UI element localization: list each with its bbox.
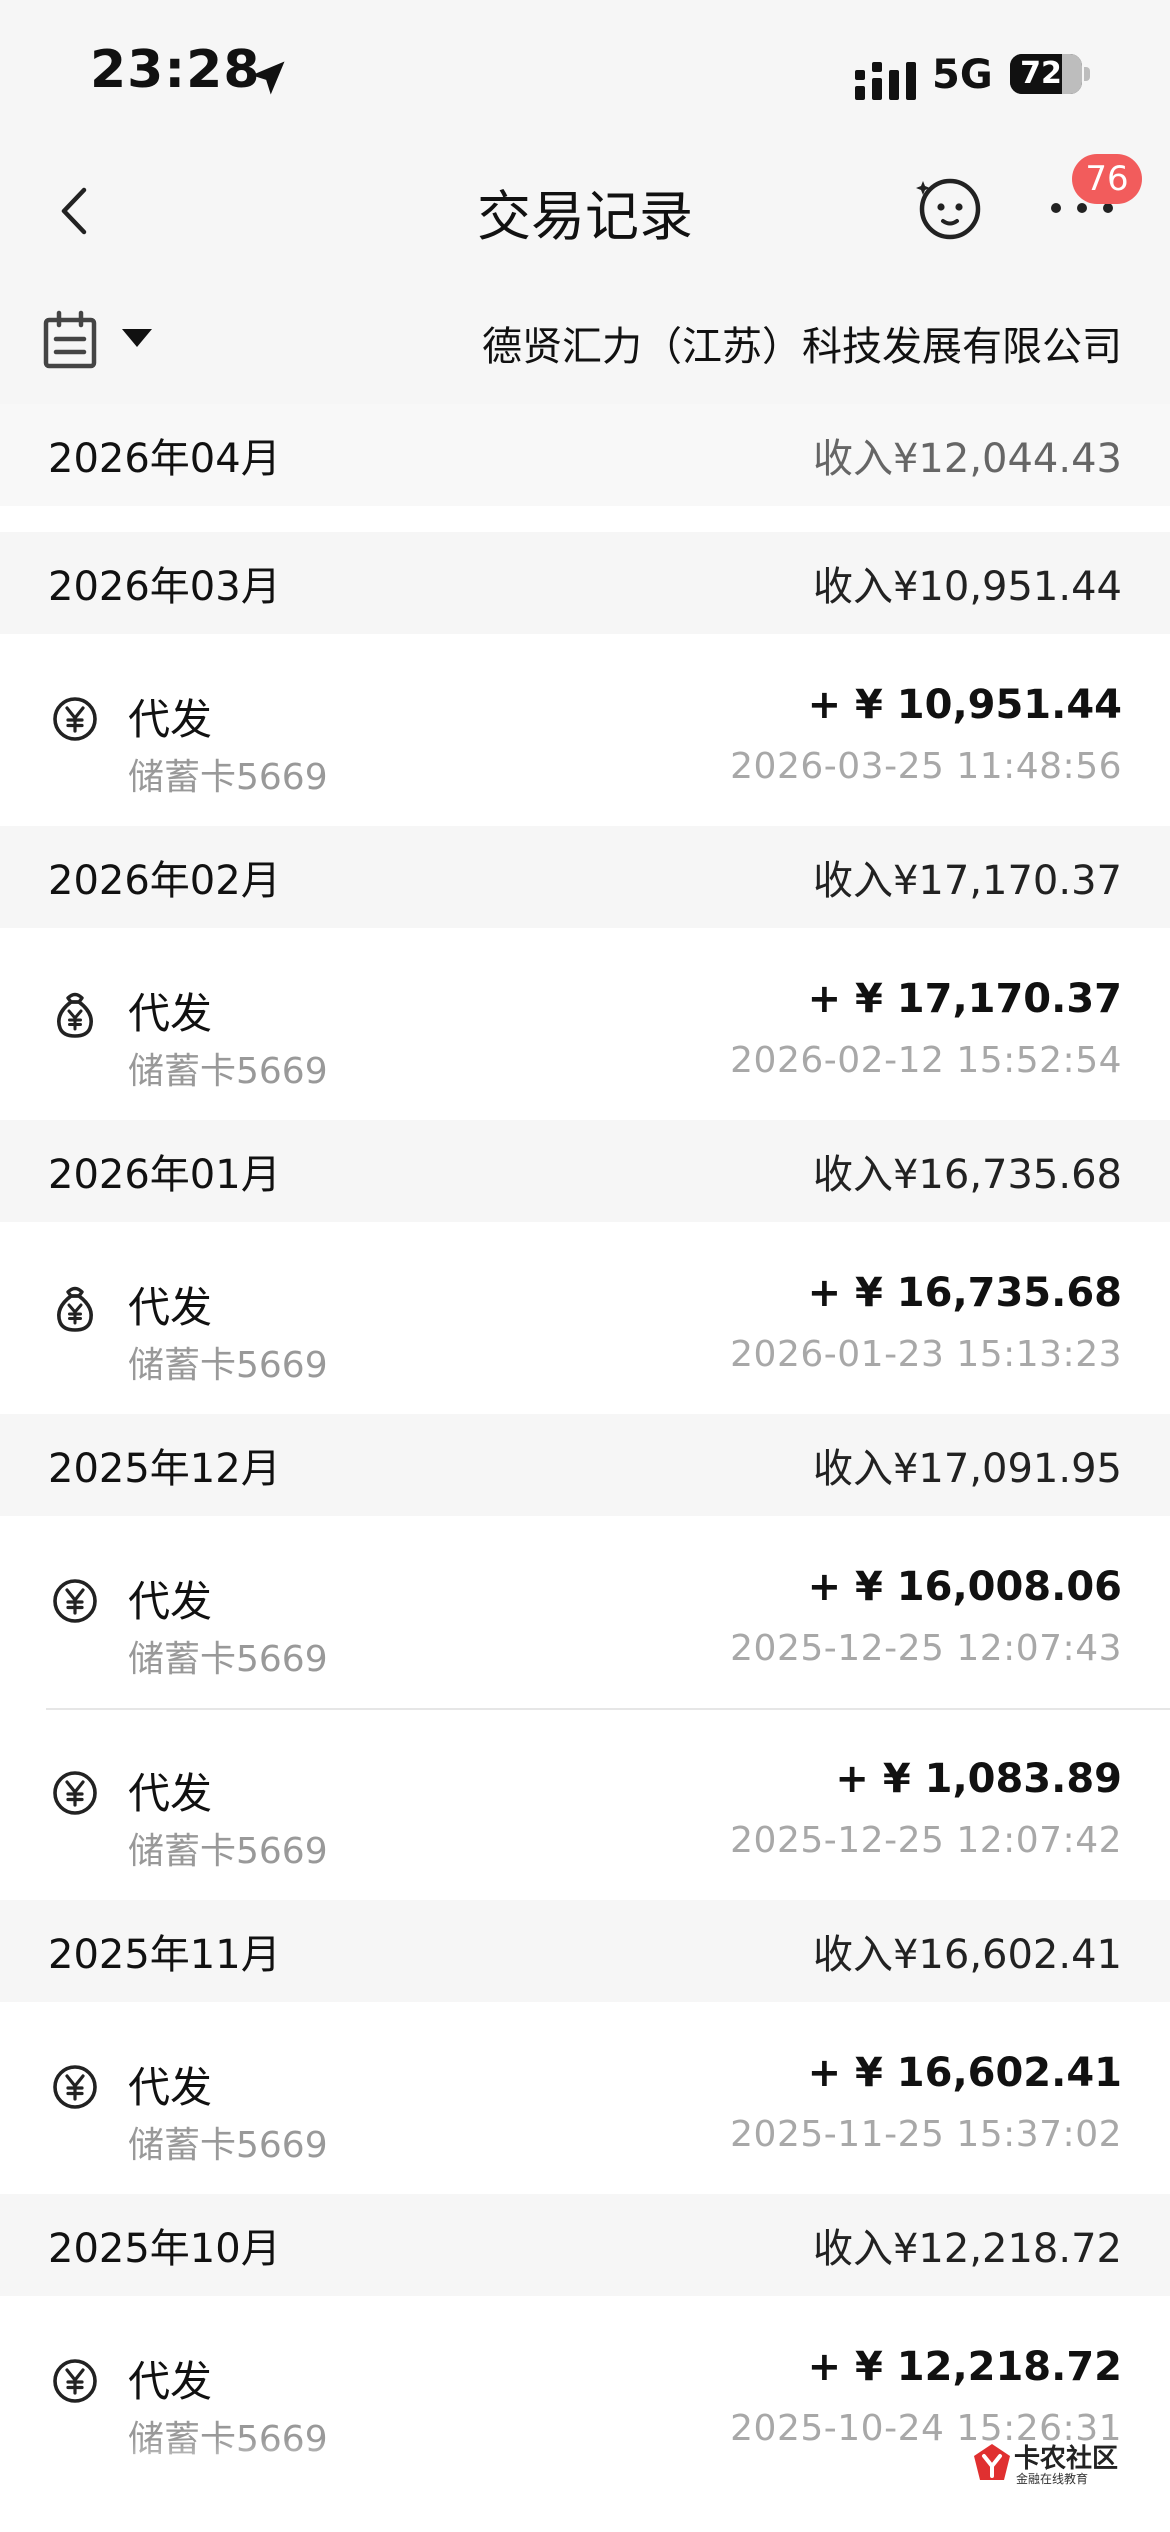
transaction-amount: + ¥ 10,951.44 bbox=[807, 682, 1122, 728]
month-header[interactable]: 2025年11月 收入¥16,602.41 bbox=[0, 1900, 1170, 2002]
transaction-card: 储蓄卡5669 bbox=[128, 1639, 328, 1680]
transaction-card: 储蓄卡5669 bbox=[128, 2125, 328, 2166]
transaction-row[interactable]: 代发储蓄卡5669 + ¥ 16,735.68 2026-01-23 15:13:2… bbox=[0, 1222, 1170, 1414]
back-arrow-icon[interactable] bbox=[48, 176, 108, 246]
transaction-time: 2025-12-25 12:07:42 bbox=[730, 1820, 1122, 1861]
month-income-total: 收入¥12,044.43 bbox=[812, 436, 1122, 482]
transaction-card: 储蓄卡5669 bbox=[128, 757, 328, 798]
transaction-time: 2026-02-12 15:52:54 bbox=[730, 1040, 1122, 1081]
transaction-card: 储蓄卡5669 bbox=[128, 1831, 328, 1872]
transaction-title: 代发 bbox=[128, 1769, 213, 1818]
transaction-records-screen: 23:28 5G 72 交易记录 76 德贤汇力（江苏）科技发展有限公司 202… bbox=[0, 0, 1170, 2532]
transaction-title: 代发 bbox=[128, 695, 213, 744]
transaction-title: 代发 bbox=[128, 2063, 213, 2112]
status-time: 23:28 bbox=[90, 40, 261, 100]
transaction-amount: + ¥ 12,218.72 bbox=[807, 2344, 1122, 2390]
network-type: 5G bbox=[932, 52, 993, 98]
transaction-title: 代发 bbox=[128, 989, 213, 1038]
transaction-time: 2026-03-25 11:48:56 bbox=[730, 746, 1122, 787]
transaction-row[interactable]: 代发储蓄卡5669 + ¥ 10,951.44 2026-03-25 11:48:5… bbox=[0, 634, 1170, 826]
kanong-logo-icon bbox=[974, 2444, 1010, 2480]
month-income-total: 收入¥10,951.44 bbox=[812, 564, 1122, 610]
month-header[interactable]: 2026年01月 收入¥16,735.68 bbox=[0, 1120, 1170, 1222]
location-arrow-icon bbox=[251, 61, 285, 95]
month-label: 2025年11月 bbox=[48, 1932, 281, 1978]
calendar-icon[interactable] bbox=[42, 310, 98, 370]
transaction-row[interactable]: 代发储蓄卡5669 + ¥ 16,602.41 2025-11-25 15:37:0… bbox=[0, 2002, 1170, 2194]
transaction-time: 2025-12-25 12:07:43 bbox=[730, 1628, 1122, 1669]
money-bag-icon bbox=[57, 1286, 93, 1332]
transaction-time: 2025-11-25 15:37:02 bbox=[730, 2114, 1122, 2155]
month-income-total: 收入¥16,735.68 bbox=[812, 1152, 1122, 1198]
month-income-total: 收入¥12,218.72 bbox=[812, 2226, 1122, 2272]
watermark-tagline: 金融在线教育 bbox=[1016, 2472, 1089, 2486]
transaction-amount: + ¥ 16,008.06 bbox=[807, 1564, 1122, 1610]
transaction-amount: + ¥ 16,602.41 bbox=[807, 2050, 1122, 2096]
month-label: 2025年10月 bbox=[48, 2226, 281, 2272]
money-bag-icon bbox=[57, 992, 93, 1038]
month-label: 2026年03月 bbox=[48, 564, 281, 610]
month-label: 2026年04月 bbox=[48, 436, 281, 482]
transaction-row[interactable]: 代发储蓄卡5669 + ¥ 17,170.37 2026-02-12 15:52:5… bbox=[0, 928, 1170, 1120]
filter-row: 德贤汇力（江苏）科技发展有限公司 bbox=[0, 280, 1170, 404]
month-label: 2026年02月 bbox=[48, 858, 281, 904]
notification-badge: 76 bbox=[1072, 154, 1142, 204]
transaction-amount: + ¥ 1,083.89 bbox=[835, 1756, 1122, 1802]
transaction-card: 储蓄卡5669 bbox=[128, 1345, 328, 1386]
yen-coin-icon bbox=[53, 1579, 97, 1623]
yen-coin-icon bbox=[53, 1771, 97, 1815]
dropdown-caret-icon[interactable] bbox=[120, 326, 154, 350]
watermark: 卡农社区 金融在线教育 bbox=[972, 2436, 1132, 2492]
transaction-card: 储蓄卡5669 bbox=[128, 1051, 328, 1092]
month-header[interactable]: 2025年12月 收入¥17,091.95 bbox=[0, 1414, 1170, 1516]
battery-percent: 72 bbox=[1020, 56, 1062, 91]
customer-service-bot-icon[interactable] bbox=[915, 172, 985, 242]
company-name[interactable]: 德贤汇力（江苏）科技发展有限公司 bbox=[482, 314, 1122, 372]
month-header[interactable]: 2025年10月 收入¥12,218.72 bbox=[0, 2194, 1170, 2296]
transaction-title: 代发 bbox=[128, 2357, 213, 2406]
transaction-row[interactable]: 代发储蓄卡5669 + ¥ 1,083.89 2025-12-25 12:07:42 bbox=[0, 1708, 1170, 1900]
month-header[interactable]: 2026年03月 收入¥10,951.44 bbox=[0, 532, 1170, 634]
month-header[interactable]: 2026年02月 收入¥17,170.37 bbox=[0, 826, 1170, 928]
transaction-amount: + ¥ 16,735.68 bbox=[807, 1270, 1122, 1316]
transaction-row[interactable]: 代发储蓄卡5669 + ¥ 16,008.06 2025-12-25 12:07:4… bbox=[0, 1516, 1170, 1708]
month-income-total: 收入¥16,602.41 bbox=[812, 1932, 1122, 1978]
month-income-total: 收入¥17,091.95 bbox=[812, 1446, 1122, 1492]
page-title: 交易记录 bbox=[477, 185, 693, 248]
status-bar: 23:28 5G 72 bbox=[0, 0, 1170, 150]
month-header[interactable]: 2026年04月 收入¥12,044.43 bbox=[0, 404, 1170, 506]
battery-indicator: 72 bbox=[1010, 54, 1090, 94]
month-gap bbox=[0, 506, 1170, 532]
month-label: 2026年01月 bbox=[48, 1152, 281, 1198]
cellular-signal-icon bbox=[855, 62, 916, 100]
yen-coin-icon bbox=[53, 697, 97, 741]
navigation-bar: 交易记录 bbox=[0, 150, 1170, 280]
yen-coin-icon bbox=[53, 2359, 97, 2403]
month-income-total: 收入¥17,170.37 bbox=[812, 858, 1122, 904]
transaction-time: 2026-01-23 15:13:23 bbox=[730, 1334, 1122, 1375]
transaction-title: 代发 bbox=[128, 1577, 213, 1626]
transaction-list: 2026年04月 收入¥12,044.43 2026年03月 收入¥10,951.44… bbox=[0, 404, 1170, 2488]
transaction-title: 代发 bbox=[128, 1283, 213, 1332]
transaction-amount: + ¥ 17,170.37 bbox=[807, 976, 1122, 1022]
month-label: 2025年12月 bbox=[48, 1446, 281, 1492]
yen-coin-icon bbox=[53, 2065, 97, 2109]
